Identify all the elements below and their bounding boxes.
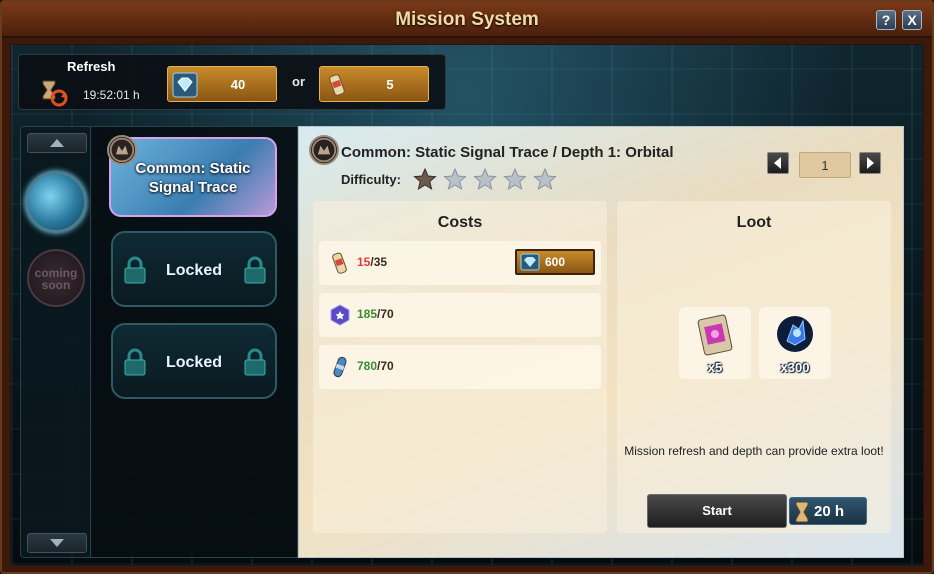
depth-next-button[interactable] [859,152,881,174]
mission-title: Common: Static Signal Trace / Depth 1: O… [341,144,674,161]
arrow-right-icon [867,157,874,169]
buy-missing-button[interactable]: 600 [515,249,595,275]
refresh-diamond-value: 40 [230,77,246,92]
mission-detail-panel: Common: Static Signal Trace / Depth 1: O… [298,126,904,558]
help-button[interactable]: ? [876,10,896,30]
close-button[interactable]: X [902,10,922,30]
scroll-icon [332,252,347,274]
lock-icon [244,256,266,284]
loot-quantity: x300 [780,360,810,375]
duration-value: 20 h [814,503,845,520]
loot-box: Loot x5 x300 Mission refresh and depth c… [617,201,891,533]
depth-prev-button[interactable] [767,152,789,174]
diamond-icon [520,253,540,271]
lock-icon [124,348,146,376]
loot-item[interactable]: x5 [679,307,751,379]
refresh-scroll-value: 5 [386,77,394,92]
arrow-up-icon [50,139,64,147]
cost-need: /35 [370,255,388,269]
arrow-left-icon [774,157,781,169]
hexagon-token-icon [330,304,350,326]
cost-have: 15 [357,255,371,269]
title-bar: Mission System ? X [2,2,932,38]
arrow-down-icon [50,539,64,547]
cost-have: 780 [357,359,378,373]
star-empty-icon [473,167,497,191]
rail-scroll-down[interactable] [27,533,87,553]
start-button[interactable]: Start [647,494,787,528]
cost-row: 185/70 [319,293,601,337]
mission-item-label: Locked [165,262,222,279]
cost-need: /70 [377,359,394,373]
star-empty-icon [443,167,467,191]
lock-icon [124,256,146,284]
scroll-icon [329,74,345,96]
cost-row: 780/70 [319,345,601,389]
loot-note: Mission refresh and depth can provide ex… [624,444,884,458]
mission-item-locked[interactable]: Locked [111,231,277,307]
cost-row: 15/35 600 [319,241,601,285]
difficulty-label: Difficulty: [341,172,401,187]
loot-quantity: x5 [707,360,723,375]
category-orbital[interactable] [25,171,87,233]
window-title: Mission System [395,9,539,30]
refresh-label: Refresh [67,59,116,74]
blue-crystal-icon [777,316,813,352]
mission-item-label: Common: Static Signal Trace [135,160,251,196]
star-empty-icon [503,167,527,191]
depth-value: 1 [799,152,851,178]
costs-heading: Costs [437,214,483,231]
loot-item[interactable]: x300 [759,307,831,379]
mission-duration: 20 h [789,497,867,525]
star-empty-icon [533,167,557,191]
refresh-timer: 19:52:01 h [83,88,140,102]
star-filled-icon [413,167,437,191]
cost-need: /70 [377,307,394,321]
refresh-panel: Refresh 19:52:01 h 40 or 5 [18,54,446,110]
category-coming-soon: coming soon [27,249,85,307]
cost-have: 185 [357,307,378,321]
mission-window: Mission System ? X Refresh 19:52:01 h 40… [0,0,934,574]
buy-price: 600 [545,255,566,269]
or-label: or [292,74,305,89]
rail-scroll-up[interactable] [27,133,87,153]
refresh-hourglass-icon [42,80,68,107]
category-rail: coming soon [20,126,92,558]
refresh-diamond-button[interactable]: 40 [167,66,277,102]
data-card-icon [697,314,733,356]
refresh-scroll-button[interactable]: 5 [319,66,429,102]
mission-item-locked[interactable]: Locked [111,323,277,399]
loot-heading: Loot [736,214,772,231]
diamond-icon [172,72,198,98]
mission-list: Common: Static Signal Trace Locked Locke… [90,126,298,558]
lock-icon [244,348,266,376]
capsule-icon [333,356,347,378]
hourglass-icon [795,501,809,523]
mission-rank-icon [309,135,339,165]
costs-box: Costs 15/35 600 185/70 780/70 [313,201,607,533]
mission-item-label: Locked [165,354,222,371]
mission-rank-icon [107,135,137,165]
